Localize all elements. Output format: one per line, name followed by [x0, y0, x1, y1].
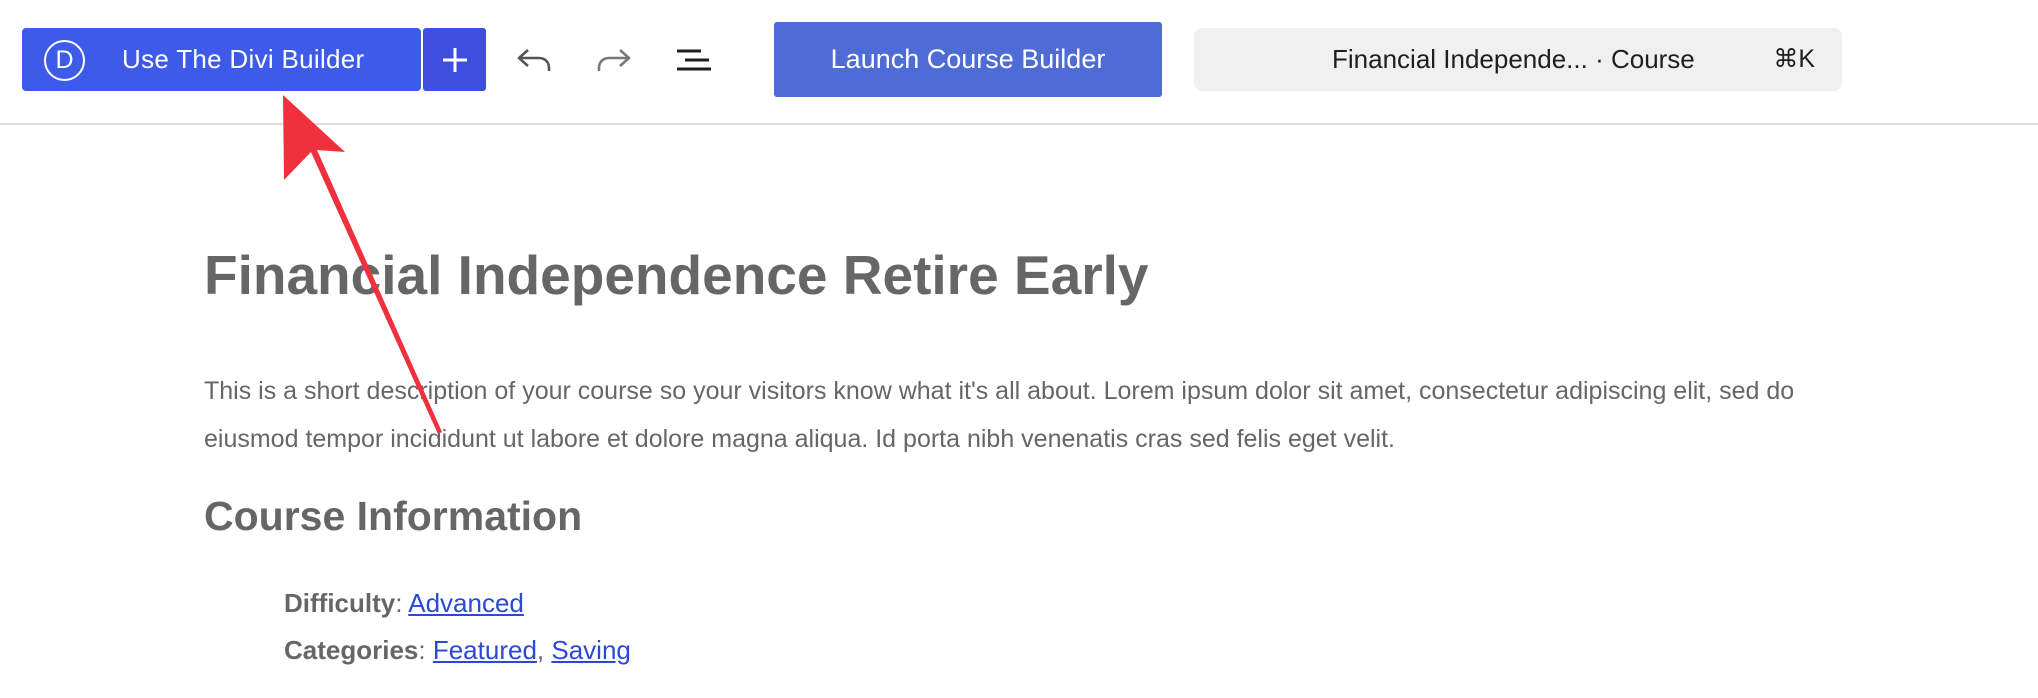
redo-button[interactable]	[592, 38, 636, 82]
undo-icon	[517, 49, 551, 71]
add-block-button[interactable]	[423, 28, 486, 91]
categories-label: Categories	[284, 635, 419, 665]
course-information-heading: Course Information	[204, 493, 583, 539]
difficulty-link[interactable]: Advanced	[408, 588, 524, 618]
difficulty-label: Difficulty	[284, 588, 396, 618]
use-divi-builder-button[interactable]: D Use The Divi Builder	[22, 28, 421, 91]
command-palette-bar[interactable]: Financial Independe... · Course ⌘K	[1194, 28, 1842, 91]
document-overview-button[interactable]	[672, 38, 716, 82]
course-title: Financial Independence Retire Early	[204, 244, 1149, 306]
redo-icon	[597, 49, 631, 71]
keyboard-shortcut: ⌘K	[1773, 45, 1815, 73]
document-title: Financial Independe... · Course	[1332, 44, 1695, 74]
plus-icon	[442, 47, 467, 72]
course-description: This is a short description of your cour…	[204, 377, 1795, 453]
category-link-featured[interactable]: Featured	[433, 635, 537, 665]
list-view-icon	[677, 49, 711, 71]
editor-toolbar: D Use The Divi Builder Launch Course Bui…	[0, 0, 2038, 125]
difficulty-item: Difficulty: Advanced	[284, 588, 524, 618]
undo-button[interactable]	[512, 38, 556, 82]
launch-course-builder-button[interactable]: Launch Course Builder	[774, 22, 1162, 97]
divi-logo-icon: D	[44, 40, 85, 81]
divi-button-label: Use The Divi Builder	[122, 44, 365, 74]
category-link-saving[interactable]: Saving	[551, 635, 631, 665]
categories-item: Categories: Featured, Saving	[284, 635, 631, 665]
course-information-list: Difficulty: Advanced Categories: Feature…	[284, 580, 631, 674]
